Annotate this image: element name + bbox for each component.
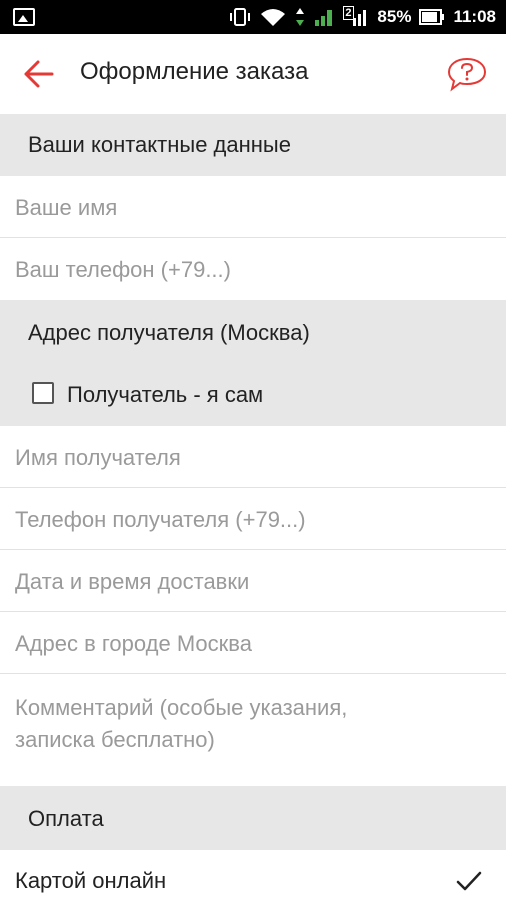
arrow-left-icon[interactable] — [22, 58, 56, 90]
status-icons: 2 85% 11:08 — [229, 0, 496, 34]
comment-field[interactable]: Комментарий (особые указания, записка бе… — [0, 674, 506, 786]
help-bubble-icon[interactable] — [446, 56, 488, 92]
payment-option-card-online[interactable]: Картой онлайн — [0, 850, 506, 900]
comment-placeholder-line1: Комментарий (особые указания, — [15, 695, 348, 720]
data-arrows-icon — [296, 8, 305, 26]
wifi-icon — [261, 9, 286, 26]
recipient-phone-placeholder: Телефон получателя (+79...) — [15, 507, 306, 532]
address-placeholder: Адрес в городе Москва — [15, 631, 252, 656]
self-recipient-checkbox[interactable] — [32, 382, 54, 404]
delivery-datetime-field[interactable]: Дата и время доставки — [0, 550, 506, 612]
contact-section-header: Ваши контактные данные — [0, 114, 506, 176]
payment-option-label: Картой онлайн — [15, 868, 167, 893]
status-bar: 2 85% 11:08 — [0, 0, 506, 34]
comment-placeholder-line2: записка бесплатно) — [15, 727, 215, 752]
page-title: Оформление заказа — [80, 58, 309, 85]
clock: 11:08 — [453, 7, 496, 26]
payment-section-header: Оплата — [0, 786, 506, 850]
delivery-datetime-placeholder: Дата и время доставки — [15, 569, 250, 594]
self-recipient-label: Получатель - я сам — [67, 382, 264, 407]
address-field[interactable]: Адрес в городе Москва — [0, 612, 506, 674]
recipient-section-header: Адрес получателя (Москва) Получатель - я… — [0, 300, 506, 426]
image-icon — [13, 8, 35, 26]
payment-section-title: Оплата — [28, 806, 104, 831]
recipient-section-title: Адрес получателя (Москва) — [28, 320, 310, 345]
vibrate-icon — [230, 8, 251, 26]
self-recipient-checkbox-row[interactable]: Получатель - я сам — [0, 370, 506, 416]
recipient-name-field[interactable]: Имя получателя — [0, 426, 506, 488]
app-bar: Оформление заказа — [0, 34, 506, 114]
name-field[interactable]: Ваше имя — [0, 176, 506, 238]
checkmark-icon — [456, 871, 482, 891]
name-placeholder: Ваше имя — [15, 195, 118, 220]
recipient-name-placeholder: Имя получателя — [15, 445, 181, 470]
contact-section-title: Ваши контактные данные — [28, 132, 291, 157]
signal-2-icon: 2 — [343, 6, 369, 28]
signal-icon — [315, 10, 333, 26]
battery-icon — [419, 9, 445, 25]
phone-placeholder: Ваш телефон (+79...) — [15, 257, 231, 282]
battery-percent: 85% — [377, 7, 412, 26]
phone-field[interactable]: Ваш телефон (+79...) — [0, 238, 506, 300]
recipient-phone-field[interactable]: Телефон получателя (+79...) — [0, 488, 506, 550]
